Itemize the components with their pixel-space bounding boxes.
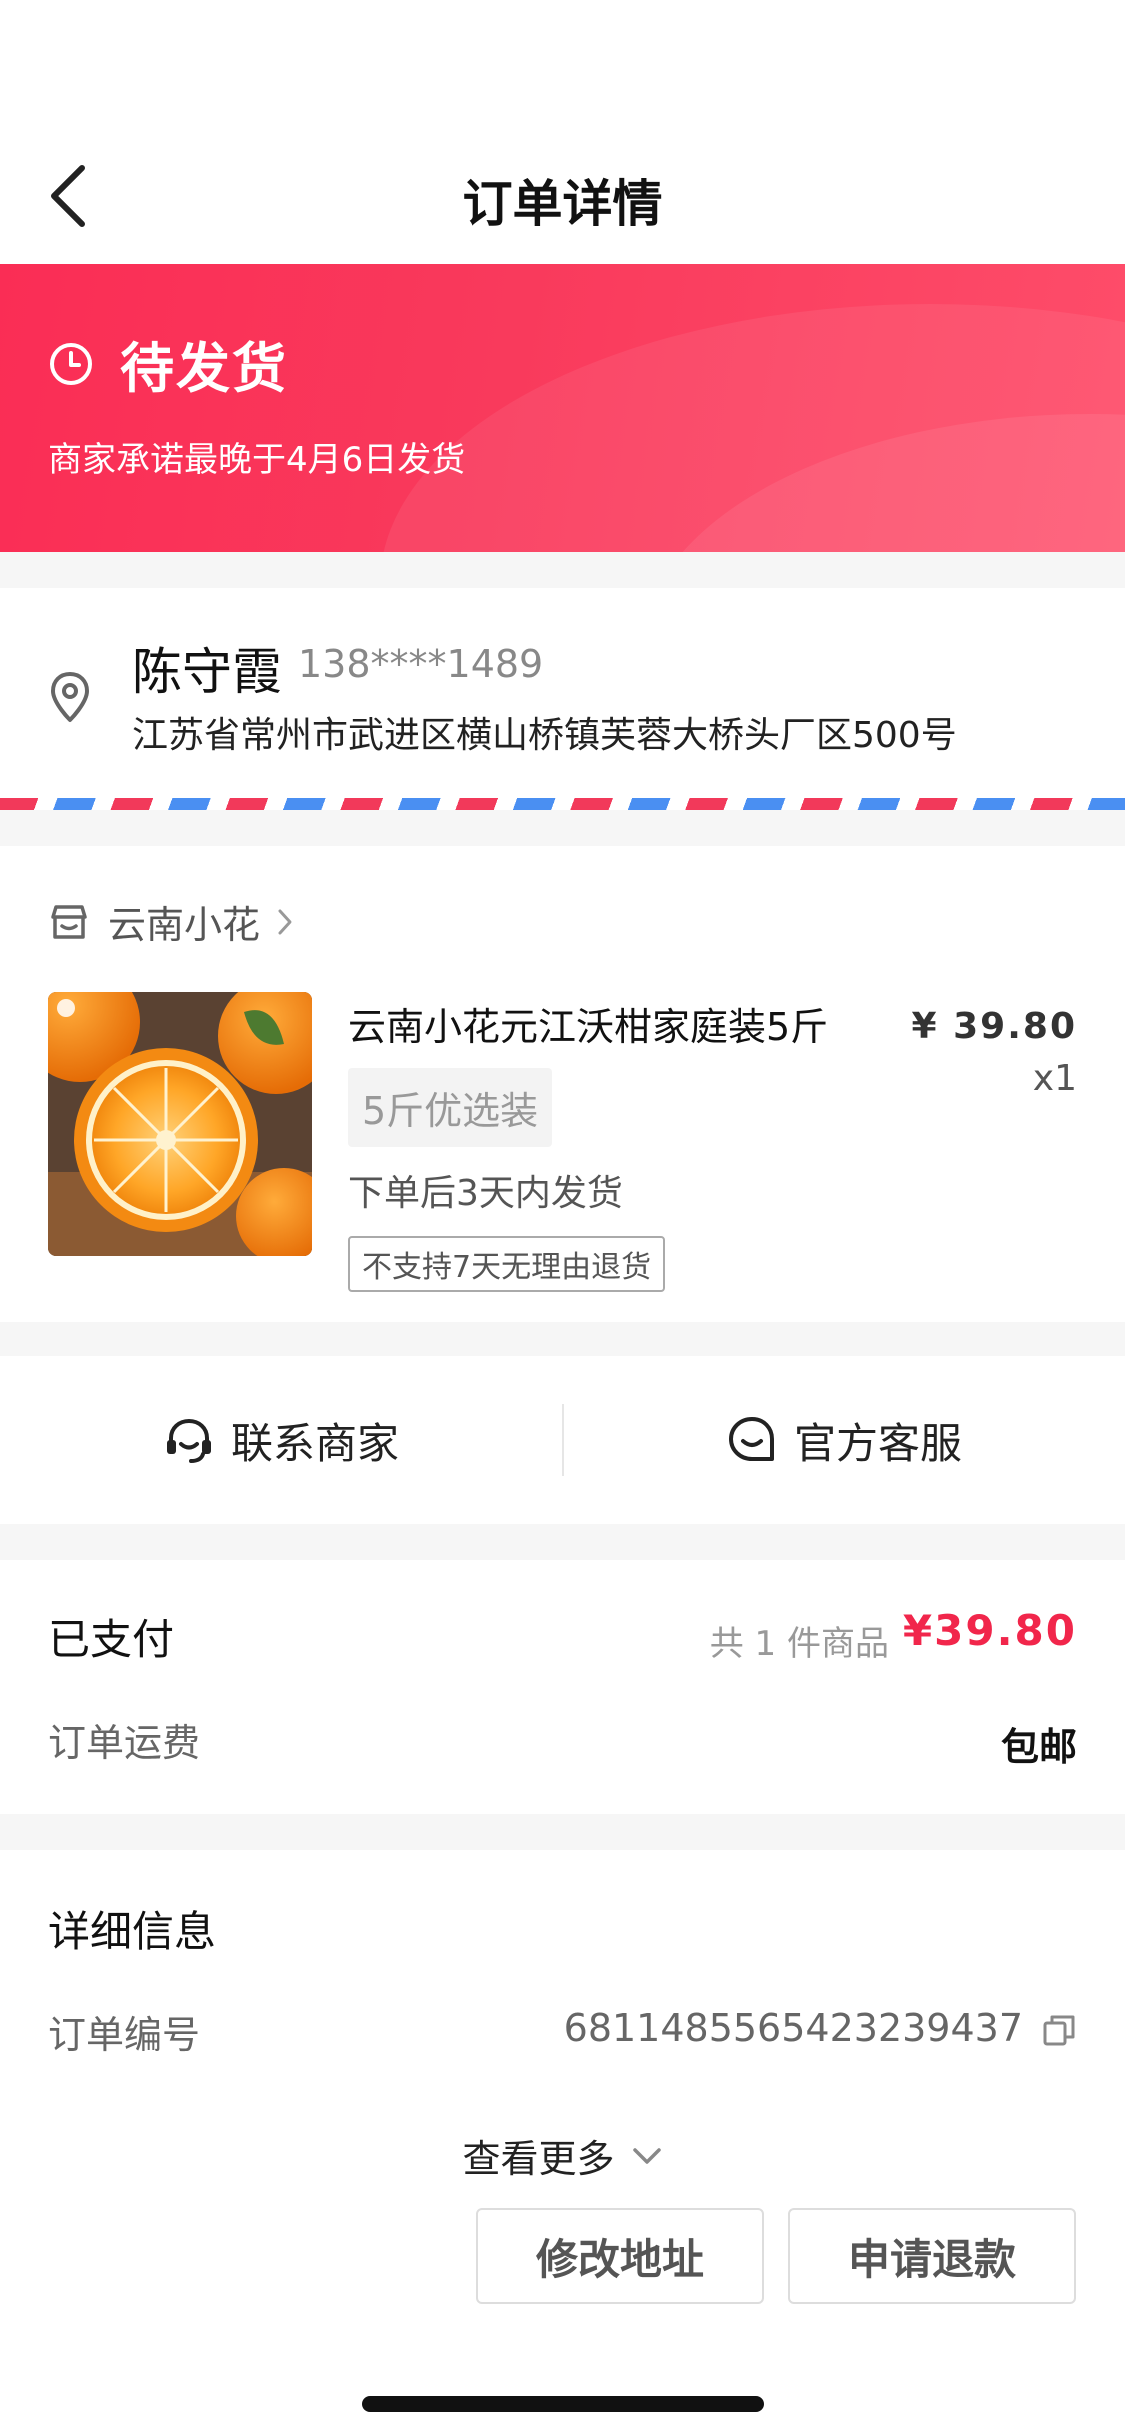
view-more-label: 查看更多 [462,2137,615,2181]
shipping-fee-value: 包邮 [1000,1725,1077,1769]
official-service-button[interactable]: 官方客服 [563,1356,1125,1524]
order-status-banner: 待发货 商家承诺最晚于4月6日发货 [0,264,1125,552]
payment-summary: 已支付 共 1 件商品 ¥39.80 订单运费 包邮 [0,1560,1125,1814]
airmail-border-divider [0,798,1125,810]
product-spec: 5斤优选装 [348,1068,553,1147]
address-card[interactable]: 陈守霞 138****1489 江苏省常州市武进区横山桥镇芙蓉大桥头厂区500号 [0,588,1125,810]
home-indicator[interactable] [362,2396,764,2412]
chat-smile-icon [728,1417,774,1461]
product-quantity: x1 [1032,1058,1077,1099]
payment-status-label: 已支付 [48,1615,175,1664]
recipient-name: 陈守霞 [132,643,282,701]
item-count: 共 1 件商品 [709,1624,889,1664]
product-image[interactable] [48,992,312,1256]
location-pin-icon [51,672,89,722]
details-title: 详细信息 [48,1907,217,1956]
orange-fruit-photo [48,992,312,1256]
order-details: 详细信息 订单编号 6811485565423239437 查看更多 [0,1850,1125,2183]
shipping-address: 江苏省常州市武进区横山桥镇芙蓉大桥头厂区500号 [132,715,957,756]
view-more-button[interactable]: 查看更多 [0,2128,1125,2183]
copy-icon[interactable] [1041,2012,1077,2048]
return-policy-tag: 不支持7天无理由退货 [348,1236,666,1292]
status-row: 待发货 [48,324,288,403]
clock-icon [50,342,92,385]
product-card: 云南小花 云南小花元江沃柑家庭装5斤 ¥ 39.80 x1 5斤优选装 下单后3… [0,846,1125,1322]
contact-merchant-label: 联系商家 [230,1418,399,1468]
status-bar [0,0,1125,130]
chevron-down-icon [632,2147,661,2164]
shop-link[interactable]: 云南小花 [48,894,296,949]
request-refund-button[interactable]: 申请退款 [788,2208,1076,2304]
nav-bar: 订单详情 [0,130,1125,264]
chevron-right-icon [278,909,292,934]
shop-name: 云南小花 [108,903,261,947]
contact-merchant-button[interactable]: 联系商家 [0,1356,562,1524]
modify-address-button[interactable]: 修改地址 [476,2208,764,2304]
product-price: ¥ 39.80 [911,1006,1077,1047]
contact-bar: 联系商家 官方客服 [0,1356,1125,1524]
store-icon [51,904,87,939]
recipient-phone: 138****1489 [298,642,544,686]
product-title[interactable]: 云南小花元江沃柑家庭装5斤 [348,996,828,1051]
official-service-label: 官方客服 [793,1418,962,1468]
bottom-action-bar: 修改地址 申请退款 [0,2180,1125,2436]
page-title: 订单详情 [462,175,663,233]
order-number-label: 订单编号 [48,2013,201,2057]
shipping-fee-label: 订单运费 [48,1721,201,1765]
payment-total: ¥39.80 [902,1606,1077,1655]
order-status-title: 待发货 [120,337,288,400]
order-status-subtitle: 商家承诺最晚于4月6日发货 [48,440,466,480]
order-number-value: 6811485565423239437 [563,2006,1023,2050]
shipping-promise: 下单后3天内发货 [348,1173,623,1214]
headset-icon [166,1418,211,1463]
